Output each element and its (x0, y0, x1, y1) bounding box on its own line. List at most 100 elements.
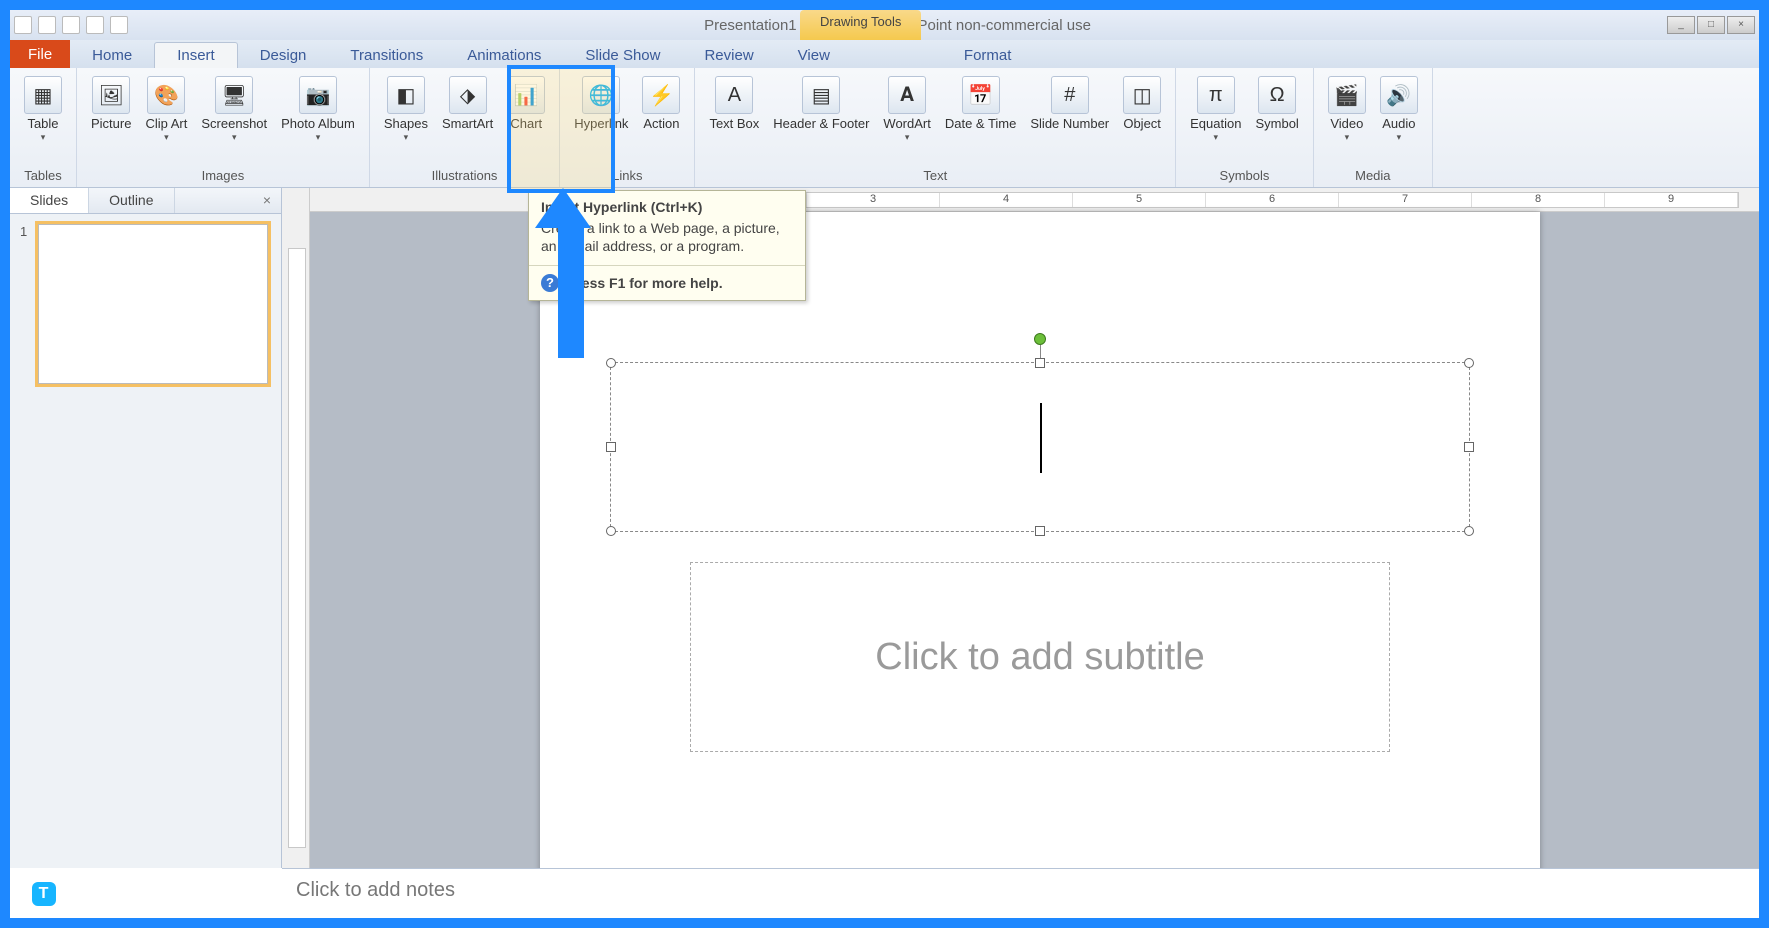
wordart-label: WordArt (883, 117, 930, 131)
panel-tab-slides[interactable]: Slides (10, 188, 89, 213)
header-footer-button[interactable]: ▤Header & Footer (767, 72, 875, 135)
wordart-dropdown-arrow[interactable]: ▾ (905, 132, 910, 143)
file-tab[interactable]: File (10, 40, 70, 68)
hyperlink-icon: 🌐 (582, 76, 620, 114)
tab-format[interactable]: Format (942, 43, 1034, 68)
tab-review[interactable]: Review (682, 43, 775, 68)
ruler-mark: 3 (807, 193, 940, 207)
tab-insert[interactable]: Insert (154, 42, 238, 68)
smartart-label: SmartArt (442, 117, 493, 131)
notes-pane[interactable]: Click to add notes (282, 868, 1759, 918)
subtitle-placeholder[interactable]: Click to add subtitle (690, 562, 1390, 752)
screenshot-button[interactable]: 🖥Screenshot▾ (195, 72, 273, 147)
group-symbols: πEquation▾ΩSymbolSymbols (1176, 68, 1314, 187)
watermark: T TEMPLATE.NET (32, 882, 213, 906)
text-box-button[interactable]: A Text Box (703, 72, 765, 135)
table-label: Table (27, 117, 58, 131)
object-button[interactable]: ◫ Object (1117, 72, 1167, 135)
object-label: Object (1123, 117, 1161, 131)
video-button[interactable]: 🎬Video▾ (1322, 72, 1372, 147)
smartart-icon: ⬗ (449, 76, 487, 114)
photo-album-button[interactable]: 📷Photo Album▾ (275, 72, 361, 147)
audio-label: Audio (1382, 117, 1415, 131)
shapes-icon: ◧ (387, 76, 425, 114)
resize-handle-e[interactable] (1464, 442, 1474, 452)
slides-panel: Slides Outline × 1 (10, 188, 282, 868)
tab-design[interactable]: Design (238, 43, 329, 68)
title-placeholder[interactable] (610, 362, 1470, 532)
tab-view[interactable]: View (776, 43, 852, 68)
picture-button[interactable]: 🖼Picture (85, 72, 137, 135)
header-footer-label: Header & Footer (773, 117, 869, 131)
shapes-label: Shapes (384, 117, 428, 131)
slide-number-label: Slide Number (1030, 117, 1109, 131)
screenshot-dropdown-arrow[interactable]: ▾ (232, 132, 237, 143)
object-icon: ◫ (1123, 76, 1161, 114)
chart-button[interactable]: 📊Chart (501, 72, 551, 135)
shapes-button[interactable]: ◧ Shapes▾ (378, 72, 434, 147)
resize-handle-ne[interactable] (1464, 358, 1474, 368)
panel-close-button[interactable]: × (253, 188, 281, 213)
ppt-icon[interactable] (14, 16, 32, 34)
slide-number-label: 1 (20, 224, 27, 239)
resize-handle-sw[interactable] (606, 526, 616, 536)
resize-handle-nw[interactable] (606, 358, 616, 368)
close-button[interactable]: × (1727, 16, 1755, 34)
table-dropdown-arrow[interactable]: ▾ (41, 132, 46, 143)
tab-home[interactable]: Home (70, 43, 154, 68)
text-box-icon: A (715, 76, 753, 114)
group-links: 🌐Hyperlink⚡Action Links (560, 68, 695, 187)
tab-slide-show[interactable]: Slide Show (563, 43, 682, 68)
resize-handle-se[interactable] (1464, 526, 1474, 536)
ruler-mark: 6 (1206, 193, 1339, 207)
slide-thumbnail-1[interactable] (38, 224, 268, 384)
annotation-arrow (550, 188, 591, 358)
resize-handle-s[interactable] (1035, 526, 1045, 536)
group-label-links: Links (568, 166, 686, 187)
minimize-button[interactable]: _ (1667, 16, 1695, 34)
text-box-label: Text Box (709, 117, 759, 131)
wordart-button[interactable]: 𝐀 WordArt▾ (877, 72, 936, 147)
resize-handle-w[interactable] (606, 442, 616, 452)
group-media: 🎬Video▾🔊Audio▾Media (1314, 68, 1433, 187)
tab-animations[interactable]: Animations (445, 43, 563, 68)
equation-button[interactable]: πEquation▾ (1184, 72, 1247, 147)
redo-icon[interactable] (86, 16, 104, 34)
maximize-button[interactable]: □ (1697, 16, 1725, 34)
clip-art-button[interactable]: 🎨Clip Art▾ (139, 72, 193, 147)
ribbon-tabs: File Home Insert Design Transitions Anim… (10, 40, 1759, 68)
video-dropdown-arrow[interactable]: ▾ (1345, 132, 1350, 143)
group-text: A Text Box ▤Header & Footer 𝐀 WordArt▾ 📅Date … (695, 68, 1176, 187)
smartart-button[interactable]: ⬗ SmartArt (436, 72, 499, 135)
date-time-button[interactable]: 📅Date & Time (939, 72, 1023, 135)
equation-label: Equation (1190, 117, 1241, 131)
video-icon: 🎬 (1328, 76, 1366, 114)
ruler-mark: 5 (1073, 193, 1206, 207)
slide-number-button[interactable]: #Slide Number (1024, 72, 1115, 135)
qat-customize-icon[interactable] (110, 16, 128, 34)
audio-dropdown-arrow[interactable]: ▾ (1397, 132, 1402, 143)
hyperlink-button[interactable]: 🌐Hyperlink (568, 72, 634, 135)
action-button[interactable]: ⚡Action (636, 72, 686, 135)
undo-icon[interactable] (62, 16, 80, 34)
save-icon[interactable] (38, 16, 56, 34)
rotation-handle[interactable] (1034, 333, 1046, 345)
photo-album-dropdown-arrow[interactable]: ▾ (316, 132, 321, 143)
symbol-button[interactable]: ΩSymbol (1249, 72, 1304, 135)
vertical-ruler (282, 188, 310, 868)
slide-thumbnails: 1 (10, 214, 281, 399)
ribbon: ▦Table▾Tables🖼Picture🎨Clip Art▾🖥Screensh… (10, 68, 1759, 188)
resize-handle-n[interactable] (1035, 358, 1045, 368)
audio-button[interactable]: 🔊Audio▾ (1374, 72, 1424, 147)
shapes-dropdown-arrow[interactable]: ▾ (404, 132, 409, 143)
notes-placeholder: Click to add notes (296, 879, 455, 901)
slide-canvas[interactable]: Click to add subtitle (540, 212, 1540, 892)
clip-art-dropdown-arrow[interactable]: ▾ (164, 132, 169, 143)
wordart-icon: 𝐀 (888, 76, 926, 114)
tab-transitions[interactable]: Transitions (328, 43, 445, 68)
action-label: Action (643, 117, 679, 131)
equation-dropdown-arrow[interactable]: ▾ (1214, 132, 1219, 143)
table-button[interactable]: ▦Table▾ (18, 72, 68, 147)
panel-tab-outline[interactable]: Outline (89, 188, 174, 213)
chart-label: Chart (510, 117, 542, 131)
